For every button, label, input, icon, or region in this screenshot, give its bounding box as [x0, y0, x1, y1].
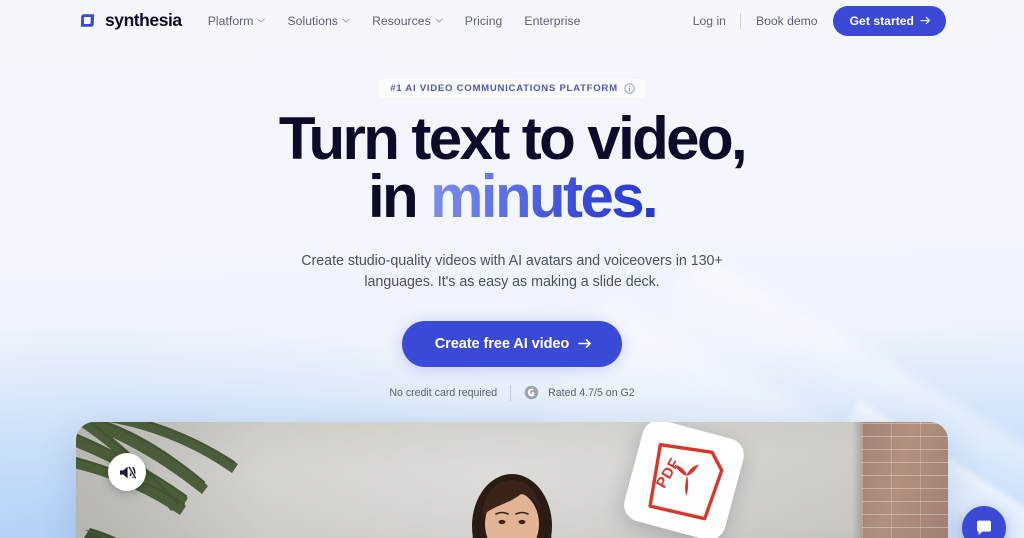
nav-item-platform[interactable]: Platform	[208, 14, 266, 28]
arrow-right-icon	[578, 338, 592, 349]
brick-wall-decor	[862, 422, 948, 538]
login-link[interactable]: Log in	[679, 14, 740, 28]
nav-item-enterprise[interactable]: Enterprise	[524, 14, 580, 28]
cta-label: Create free AI video	[434, 335, 570, 352]
nav-label: Enterprise	[524, 13, 581, 28]
brand-name: synthesia	[105, 10, 182, 30]
speaker-muted-icon	[119, 465, 136, 479]
chat-bubble-icon	[977, 520, 991, 535]
mute-toggle-button[interactable]	[108, 453, 146, 491]
arrow-right-icon	[920, 16, 931, 25]
headline-line-1: Turn text to video,	[278, 105, 748, 172]
video-scene: PDF	[76, 422, 948, 538]
no-credit-card-text: No credit card required	[389, 386, 498, 399]
hero-cta-wrap: Create free AI video	[0, 320, 1024, 367]
chat-widget-button[interactable]	[962, 506, 1006, 538]
nav-label: Platform	[207, 13, 254, 28]
nav-item-pricing[interactable]: Pricing	[465, 14, 503, 28]
get-started-button[interactable]: Get started	[832, 5, 946, 36]
nav-label: Resources	[372, 13, 431, 28]
main-nav: Platform Solutions Resources Pricing Ent…	[208, 14, 581, 28]
platform-badge[interactable]: #1 AI VIDEO COMMUNICATIONS PLATFORM	[379, 79, 645, 98]
get-started-label: Get started	[849, 13, 914, 28]
create-free-ai-video-button[interactable]: Create free AI video	[401, 320, 623, 367]
hero-subheadline: Create studio-quality videos with AI ava…	[301, 253, 723, 290]
info-circle-icon[interactable]	[624, 83, 635, 94]
hero-section: #1 AI VIDEO COMMUNICATIONS PLATFORM Turn…	[0, 41, 1024, 401]
platform-badge-label: #1 AI VIDEO COMMUNICATIONS PLATFORM	[390, 83, 618, 94]
hero-video-player[interactable]: PDF	[76, 422, 948, 538]
presenter-avatar	[472, 474, 552, 538]
nav-label: Solutions	[287, 13, 339, 28]
page-background: synthesia Platform Solutions Resources P…	[0, 0, 1024, 538]
headline-accent-word: minutes.	[430, 163, 659, 231]
chevron-down-icon	[257, 18, 266, 23]
headline-line-2: in minutes.	[0, 167, 1024, 227]
chevron-down-icon	[435, 18, 443, 23]
nav-item-solutions[interactable]: Solutions	[287, 14, 350, 28]
g2-rating[interactable]: Rated 4.7/5 on G2	[524, 385, 635, 400]
page-title: Turn text to video, in minutes.	[0, 109, 1024, 227]
site-header: synthesia Platform Solutions Resources P…	[0, 0, 1024, 41]
brand-logo-link[interactable]: synthesia	[78, 10, 182, 31]
trust-row: No credit card required Rated 4.7/5 on G…	[0, 384, 1024, 401]
book-demo-link[interactable]: Book demo	[741, 14, 833, 28]
header-actions: Log in Book demo Get started	[679, 5, 946, 36]
headline-line-2-prefix: in	[367, 163, 431, 231]
trust-divider	[510, 384, 512, 401]
synthesia-logo-icon	[78, 11, 97, 30]
nav-label: Pricing	[464, 13, 503, 28]
nav-item-resources[interactable]: Resources	[372, 14, 443, 28]
chevron-down-icon	[342, 18, 350, 23]
hero-badge-wrap: #1 AI VIDEO COMMUNICATIONS PLATFORM	[0, 79, 1024, 98]
g2-rating-text: Rated 4.7/5 on G2	[548, 386, 635, 399]
brick-wall-shadow	[852, 422, 862, 538]
g2-logo-icon	[524, 385, 539, 400]
pdf-file-icon: PDF	[648, 442, 724, 521]
